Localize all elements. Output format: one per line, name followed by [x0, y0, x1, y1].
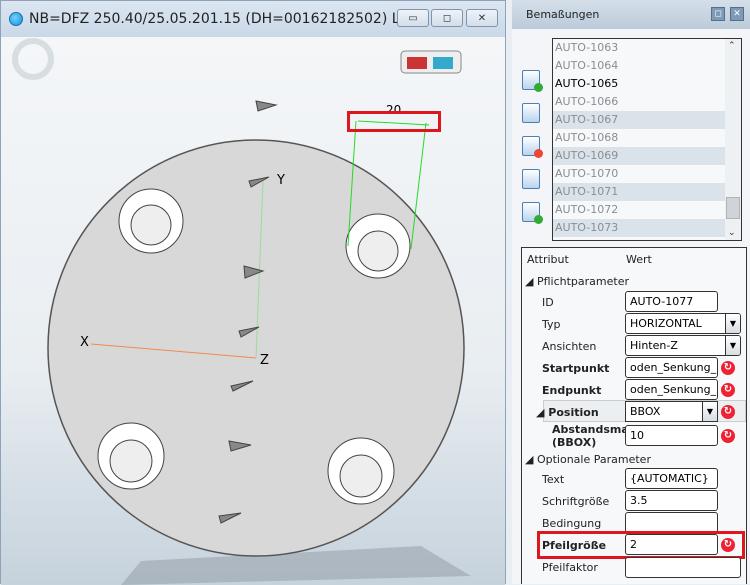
typ-value: HORIZONTAL	[630, 317, 702, 330]
abstand-label-line2: (BBOX)	[552, 436, 597, 449]
dimension-highlight	[347, 111, 441, 132]
dimension-list[interactable]: AUTO-1063 AUTO-1064 AUTO-1065 AUTO-1066 …	[552, 38, 742, 241]
startpunkt-field[interactable]: oden_Senkung_1	[625, 357, 718, 378]
ansichten-select[interactable]: Hinten-Z ▼	[625, 335, 741, 356]
navigation-cube-icon	[12, 38, 54, 80]
column-attribute: Attribut	[527, 253, 569, 266]
scroll-down-icon[interactable]: ⌄	[728, 228, 736, 238]
group-required[interactable]: ◢ Pflichtparameter	[525, 275, 629, 288]
position-select[interactable]: BBOX ▼	[625, 401, 718, 422]
typ-select[interactable]: HORIZONTAL ▼	[625, 313, 741, 334]
save-table-icon[interactable]	[522, 169, 540, 189]
chevron-down-icon[interactable]: ▼	[725, 336, 740, 355]
chevron-down-icon[interactable]: ▼	[725, 314, 740, 333]
startpunkt-label: Startpunkt	[542, 362, 610, 375]
pfeilfaktor-label: Pfeilfaktor	[542, 561, 598, 574]
endpunkt-field[interactable]: oden_Senkung_2	[625, 379, 718, 400]
reset-icon[interactable]: ↻	[721, 405, 735, 419]
3d-glasses-icon	[400, 50, 462, 74]
abstand-label: Abstandsma (BBOX)	[552, 423, 629, 449]
group-optional-label: Optionale Parameter	[536, 453, 651, 466]
list-item[interactable]: AUTO-1068	[553, 129, 725, 147]
dimensions-panel: Bemaßungen ◻ ✕ AUTO-1063 AUTO-1064 AUTO-…	[512, 0, 750, 584]
pfeilfaktor-field[interactable]	[625, 557, 741, 578]
bedingung-field[interactable]	[625, 512, 718, 533]
column-value: Wert	[626, 253, 652, 266]
minimize-button[interactable]: ▭	[397, 9, 429, 27]
list-item[interactable]: AUTO-1067	[553, 111, 725, 129]
3d-viewport[interactable]: 20 X Y Z	[1, 37, 505, 585]
reset-icon[interactable]: ↻	[721, 429, 735, 443]
window-title: NB=DFZ 250.40/25.05.201.15 (DH=001621825…	[29, 11, 423, 27]
position-label-text: Position	[548, 406, 599, 419]
axis-x-label: X	[80, 335, 89, 350]
schriftgroesse-label: Schriftgröße	[542, 495, 610, 508]
group-optional[interactable]: ◢ Optionale Parameter	[525, 453, 651, 466]
ansichten-value: Hinten-Z	[630, 339, 678, 352]
list-item[interactable]: AUTO-1066	[553, 93, 725, 111]
list-scrollbar[interactable]: ⌃ ⌄	[725, 39, 741, 240]
text-field[interactable]: {AUTOMATIC}	[625, 468, 718, 489]
panel-header: Bemaßungen ◻ ✕	[512, 0, 750, 29]
copy-dimension-icon[interactable]	[522, 103, 540, 123]
list-item[interactable]: AUTO-1064	[553, 57, 725, 75]
refresh-table-icon[interactable]	[522, 202, 543, 224]
position-value: BBOX	[630, 405, 661, 418]
close-button[interactable]: ✕	[466, 9, 498, 27]
panel-title: Bemaßungen	[526, 8, 600, 21]
scroll-up-icon[interactable]: ⌃	[728, 41, 736, 51]
title-bar: NB=DFZ 250.40/25.05.201.15 (DH=001621825…	[1, 1, 505, 37]
axis-y-label: Y	[277, 173, 285, 188]
group-required-label: Pflichtparameter	[536, 275, 629, 288]
list-item[interactable]: AUTO-1070	[553, 165, 725, 183]
restore-button[interactable]: ◻	[431, 9, 463, 27]
reset-icon[interactable]: ↻	[721, 383, 735, 397]
list-item[interactable]: AUTO-1065	[553, 75, 725, 93]
list-item[interactable]: AUTO-1073	[553, 219, 725, 237]
abstand-label-line1: Abstandsma	[552, 423, 629, 436]
cad-window: NB=DFZ 250.40/25.05.201.15 (DH=001621825…	[0, 0, 506, 585]
new-dimension-icon[interactable]	[522, 70, 543, 92]
list-item[interactable]: AUTO-1071	[553, 183, 725, 201]
list-item[interactable]: AUTO-1069	[553, 147, 725, 165]
ansichten-label: Ansichten	[542, 340, 597, 353]
endpunkt-label: Endpunkt	[542, 384, 602, 397]
pfeilgroesse-highlight	[537, 531, 745, 559]
id-label: ID	[542, 296, 554, 309]
scroll-thumb[interactable]	[726, 197, 740, 219]
list-item[interactable]: AUTO-1063	[553, 39, 725, 57]
chevron-down-icon[interactable]: ▼	[702, 402, 717, 421]
bedingung-label: Bedingung	[542, 517, 602, 530]
position-label[interactable]: ◢ Position	[536, 406, 599, 419]
typ-label: Typ	[542, 318, 561, 331]
property-grid: Attribut Wert ◢ Pflichtparameter ID AUTO…	[521, 247, 747, 584]
id-field[interactable]: AUTO-1077	[625, 291, 718, 312]
float-panel-button[interactable]: ◻	[711, 7, 725, 21]
close-panel-button[interactable]: ✕	[730, 7, 744, 21]
list-item[interactable]: AUTO-1072	[553, 201, 725, 219]
abstand-field[interactable]: 10	[625, 425, 718, 446]
toolbar	[522, 70, 544, 235]
delete-dimension-icon[interactable]	[522, 136, 543, 158]
reset-icon[interactable]: ↻	[721, 361, 735, 375]
schriftgroesse-field[interactable]: 3.5	[625, 490, 718, 511]
text-label: Text	[542, 473, 565, 486]
axis-z-label: Z	[260, 353, 269, 368]
app-icon	[9, 12, 23, 26]
